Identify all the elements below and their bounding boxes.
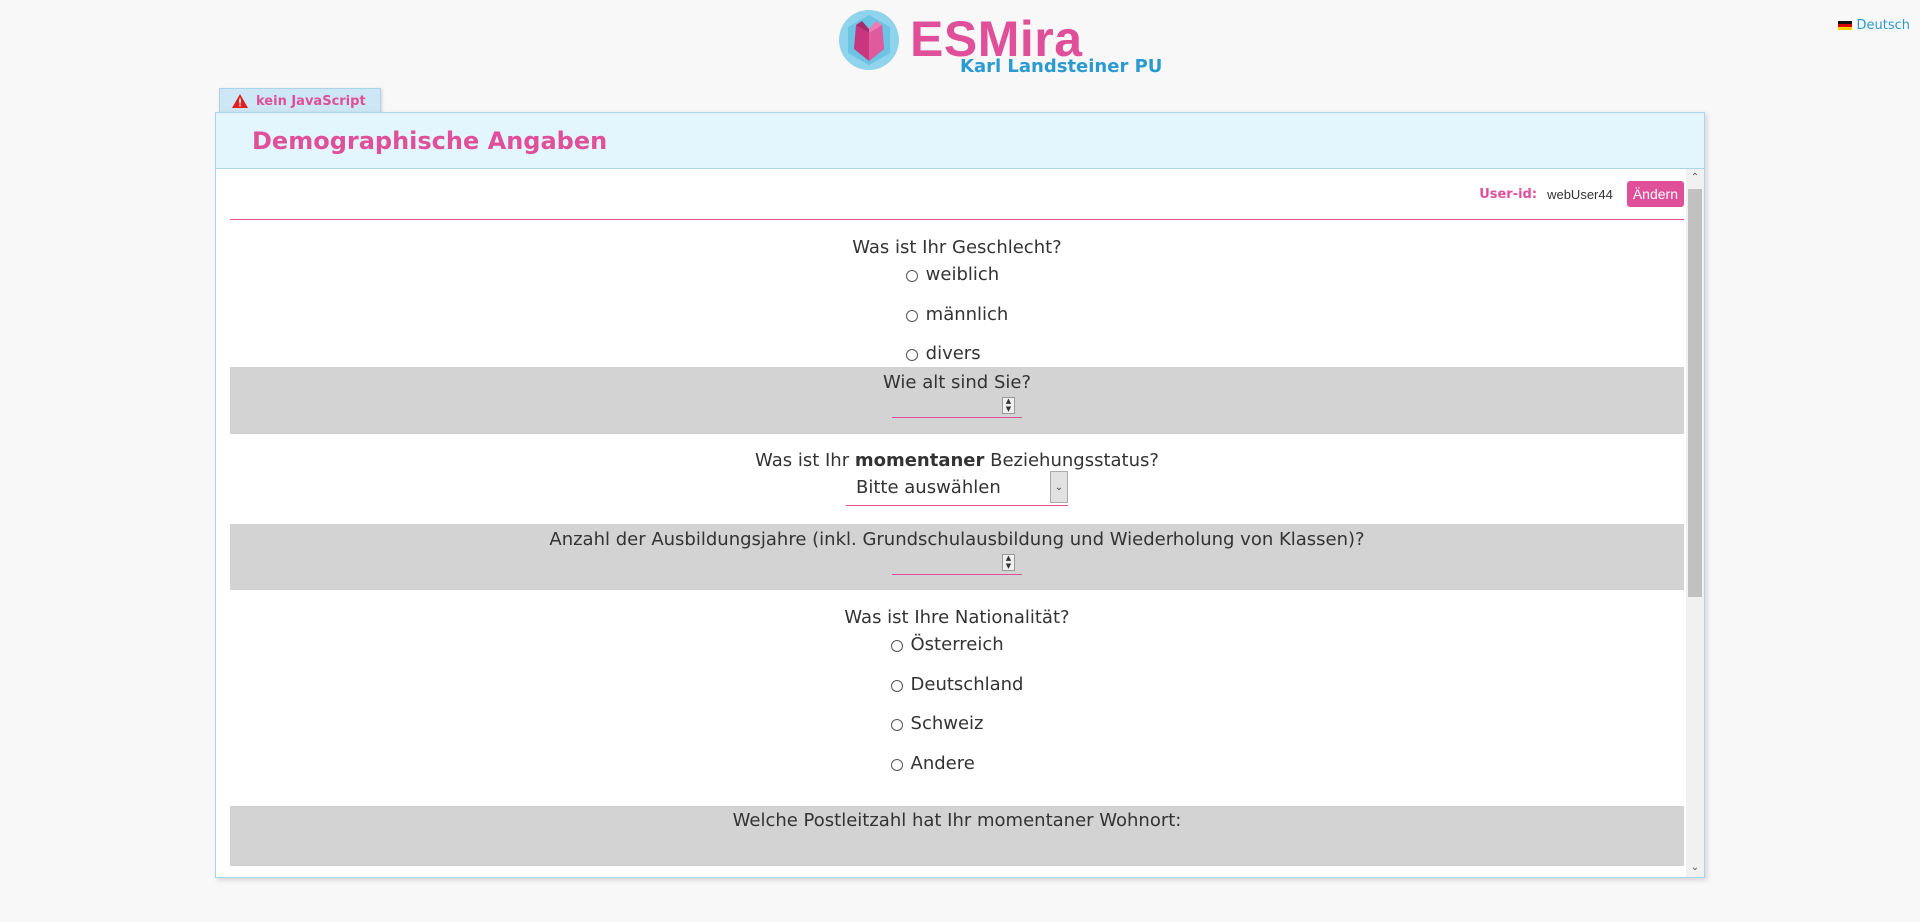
number-spinner[interactable]: ▲ ▼ (1002, 554, 1015, 571)
radio-option[interactable]: männlich (905, 303, 1009, 344)
radio-option[interactable]: Österreich (890, 634, 1024, 674)
user-bar: User-id: webUser44 Ändern (230, 169, 1684, 220)
radio-label: männlich (925, 303, 1009, 325)
select-value: Bitte auswählen (856, 477, 1001, 498)
title-part: Beziehungsstatus? (984, 450, 1159, 471)
language-label: Deutsch (1856, 18, 1910, 33)
radio-label: weiblich (925, 264, 1000, 285)
age-input[interactable]: ▲ ▼ (892, 397, 1022, 418)
no-javascript-label: kein JavaScript (256, 93, 366, 109)
scroll-down-icon[interactable]: ⌄ (1686, 859, 1704, 877)
questionnaire-body[interactable]: User-id: webUser44 Ändern Was ist Ihr Ge… (230, 169, 1684, 869)
german-flag-icon (1838, 21, 1853, 30)
question-title: Was ist Ihre Nationalität? (844, 607, 1070, 628)
number-spinner[interactable]: ▲ ▼ (1002, 397, 1015, 414)
title-part: Was ist Ihr (755, 450, 855, 471)
title-emphasis: momentaner (854, 450, 985, 471)
radio-label: divers (925, 343, 981, 364)
education-years-input[interactable]: ▲ ▼ (892, 554, 1022, 575)
radio-button[interactable] (905, 270, 918, 282)
radio-option[interactable]: weiblich (905, 264, 1009, 304)
question-postal-code: Welche Postleitzahl hat Ihr momentaner W… (230, 806, 1684, 866)
question-age: Wie alt sind Sie? ▲ ▼ (230, 367, 1684, 434)
radio-option[interactable]: Deutschland (890, 673, 1024, 714)
radio-label: Österreich (910, 634, 1004, 655)
question-title: Welche Postleitzahl hat Ihr momentaner W… (732, 810, 1182, 831)
radio-group-nationality: Österreich Deutschland Schweiz Andere (890, 634, 1024, 793)
relationship-select[interactable]: Bitte auswählen ⌄ (846, 471, 1068, 506)
questionnaire-panel: Demographische Angaben User-id: webUser4… (215, 112, 1705, 878)
radio-button[interactable] (890, 640, 903, 652)
radio-button[interactable] (890, 719, 903, 731)
radio-button[interactable] (890, 758, 903, 771)
change-user-button[interactable]: Ändern (1626, 181, 1684, 207)
radio-group-gender: weiblich männlich divers (905, 264, 1009, 383)
radio-option[interactable]: Andere (890, 752, 1024, 793)
language-link[interactable]: Deutsch (1838, 18, 1910, 33)
no-javascript-tab[interactable]: kein JavaScript (219, 88, 381, 113)
radio-option[interactable]: Schweiz (890, 713, 1024, 753)
radio-label: Deutschland (910, 673, 1024, 695)
question-relationship: Was ist Ihr momentaner Beziehungsstatus?… (230, 434, 1684, 524)
radio-button[interactable] (905, 309, 918, 322)
question-title: Anzahl der Ausbildungsjahre (inkl. Grund… (549, 529, 1365, 550)
radio-label: Andere (910, 752, 975, 774)
question-gender: Was ist Ihr Geschlecht? weiblich männlic… (230, 220, 1684, 367)
spin-down-icon[interactable]: ▼ (1003, 405, 1014, 414)
warning-triangle-icon (232, 94, 248, 108)
question-title: Wie alt sind Sie? (883, 372, 1031, 393)
radio-button[interactable] (890, 679, 903, 692)
logo-mark-icon (839, 10, 899, 70)
question-title: Was ist Ihr Geschlecht? (852, 237, 1062, 258)
question-nationality: Was ist Ihre Nationalität? Österreich De… (230, 590, 1684, 806)
chevron-down-icon[interactable]: ⌄ (1050, 471, 1068, 503)
scrollbar-thumb[interactable] (1688, 189, 1702, 597)
esmira-logo: ESMira Karl Landsteiner PU (838, 9, 1162, 79)
radio-button[interactable] (905, 349, 918, 361)
panel-header: Demographische Angaben (216, 113, 1704, 169)
user-id-value: webUser44 (1547, 186, 1613, 202)
page-title: Demographische Angaben (252, 126, 608, 155)
user-id-label: User-id: (1479, 186, 1538, 202)
spin-down-icon[interactable]: ▼ (1003, 562, 1014, 571)
scroll-up-icon[interactable]: ⌃ (1686, 169, 1704, 187)
study-name: Karl Landsteiner PU (960, 56, 1163, 77)
question-title: Was ist Ihr momentaner Beziehungsstatus? (230, 450, 1684, 471)
question-education: Anzahl der Ausbildungsjahre (inkl. Grund… (230, 524, 1684, 590)
radio-label: Schweiz (910, 713, 984, 734)
panel-scrollbar[interactable]: ⌃ ⌄ (1686, 169, 1704, 877)
